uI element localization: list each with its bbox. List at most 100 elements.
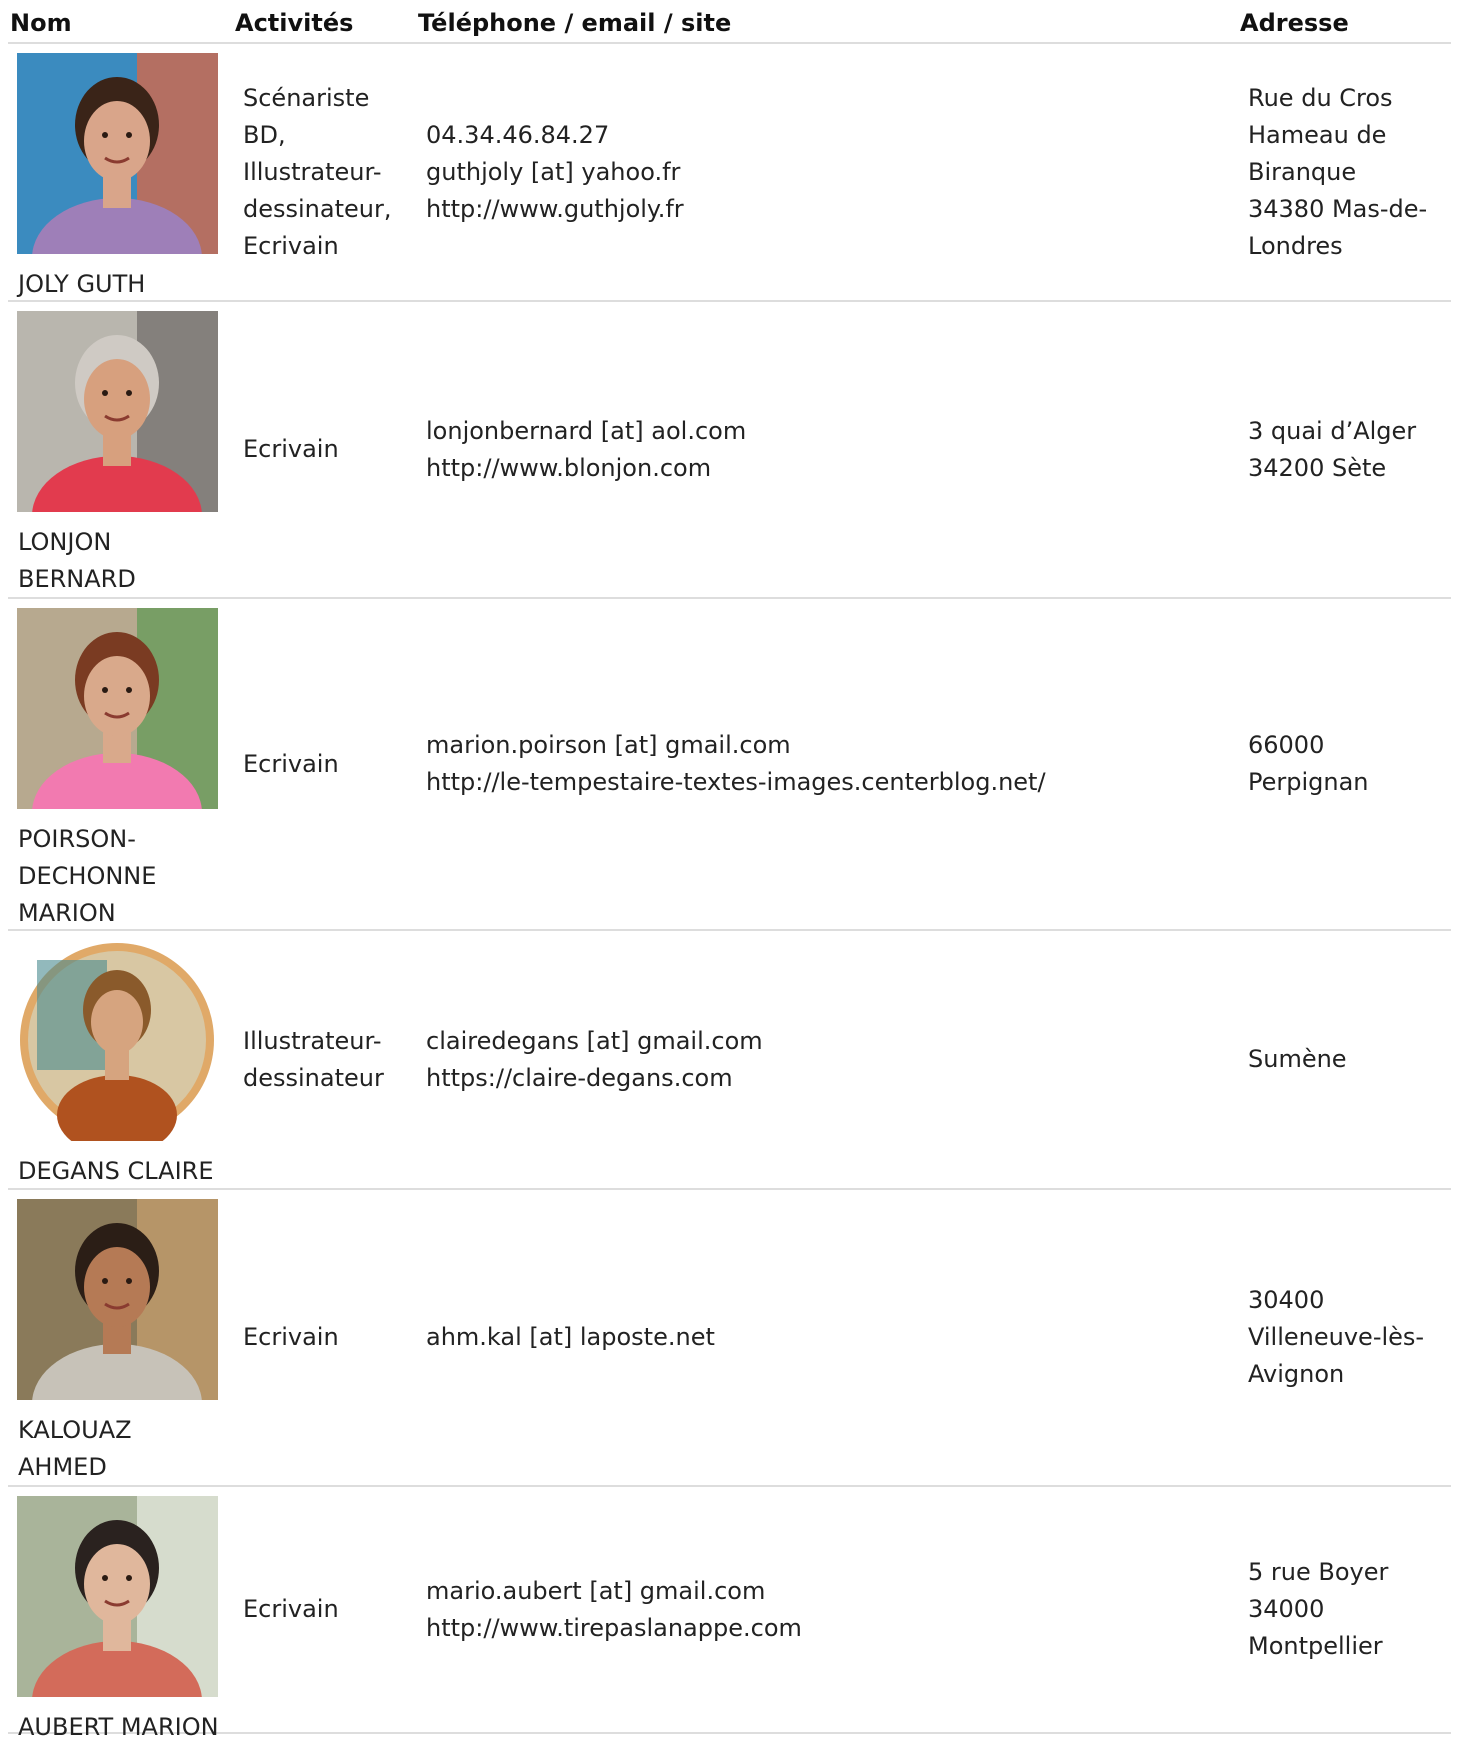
address-text: 5 rue Boyer 34000 Montpellier bbox=[1248, 1554, 1388, 1665]
address-line: 3 quai d’Alger bbox=[1248, 416, 1417, 445]
phone-text: 04.34.46.84.27 bbox=[426, 120, 610, 149]
address-text: 3 quai d’Alger 34200 Sète bbox=[1248, 413, 1416, 487]
author-name-line: POIRSON- bbox=[18, 825, 136, 853]
author-name-line: AHMED bbox=[18, 1453, 107, 1481]
address-cell: 3 quai d’Alger 34200 Sète bbox=[1248, 302, 1448, 597]
header-activites[interactable]: Activités bbox=[235, 8, 353, 38]
table-row: JOLY GUTH Scénariste BD, Illustrateur-dessi… bbox=[8, 44, 1451, 302]
name-cell: LONJON BERNARD bbox=[8, 302, 228, 597]
email-text: guthjoly [at] yahoo.fr bbox=[426, 157, 681, 186]
address-cell: 66000 Perpignan bbox=[1248, 599, 1448, 929]
name-cell: AUBERT MARION bbox=[8, 1487, 228, 1741]
activity-line: Ecrivain bbox=[243, 749, 339, 778]
header-adresse[interactable]: Adresse bbox=[1240, 8, 1349, 38]
address-line: Perpignan bbox=[1248, 768, 1369, 796]
activity-text: Illustrateur-dessinateur bbox=[243, 1023, 384, 1097]
activity-text: Ecrivain bbox=[243, 1591, 339, 1628]
contact-cell: lonjonbernard [at] aol.com http://www.blo… bbox=[426, 302, 1226, 597]
contact-text: ahm.kal [at] laposte.net bbox=[426, 1319, 715, 1356]
email-text: mario.aubert [at] gmail.com bbox=[426, 1576, 766, 1605]
name-cell: DEGANS CLAIRE bbox=[8, 931, 228, 1188]
table-header: Nom Activités Téléphone / email / site A… bbox=[8, 0, 1451, 44]
activity-line: BD, bbox=[243, 120, 286, 149]
author-name: JOLY GUTH bbox=[18, 266, 223, 303]
address-cell: Rue du Cros Hameau de Biranque 34380 Mas-de… bbox=[1248, 44, 1448, 300]
activity-cell: Ecrivain bbox=[243, 599, 408, 929]
address-cell: Sumène bbox=[1248, 931, 1448, 1188]
activity-cell: Ecrivain bbox=[243, 1190, 408, 1485]
header-contact[interactable]: Téléphone / email / site bbox=[418, 8, 731, 38]
website-link[interactable]: http://le-tempestaire-textes-images.cent… bbox=[426, 764, 1046, 801]
address-line: Sumène bbox=[1248, 1045, 1347, 1073]
contact-cell: clairedegans [at] gmail.com https://clair… bbox=[426, 931, 1226, 1188]
website-link[interactable]: http://www.blonjon.com bbox=[426, 450, 746, 487]
activity-text: Ecrivain bbox=[243, 1319, 339, 1356]
table-row: KALOUAZ AHMED Ecrivain ahm.kal [at] laposte… bbox=[8, 1190, 1451, 1487]
author-name: AUBERT MARION bbox=[18, 1709, 223, 1746]
email-text: lonjonbernard [at] aol.com bbox=[426, 416, 747, 445]
address-line: Montpellier bbox=[1248, 1632, 1383, 1660]
website-link[interactable]: http://www.tirepaslanappe.com bbox=[426, 1610, 802, 1647]
authors-table: Nom Activités Téléphone / email / site A… bbox=[8, 0, 1451, 1741]
activity-text: Ecrivain bbox=[243, 746, 339, 783]
author-name-line: LONJON bbox=[18, 528, 112, 556]
person-photo-round bbox=[17, 940, 218, 1141]
author-name: POIRSON- DECHONNE MARION bbox=[18, 821, 223, 932]
activity-line: Illustrateur- bbox=[243, 157, 382, 186]
person-photo bbox=[17, 1496, 218, 1697]
name-cell: KALOUAZ AHMED bbox=[8, 1190, 228, 1485]
website-link[interactable]: https://claire-degans.com bbox=[426, 1060, 763, 1097]
email-text: ahm.kal [at] laposte.net bbox=[426, 1323, 715, 1351]
table-row: POIRSON- DECHONNE MARION Ecrivain marion.poi… bbox=[8, 599, 1451, 931]
author-name: KALOUAZ AHMED bbox=[18, 1412, 223, 1486]
author-name-line: AUBERT MARION bbox=[18, 1713, 219, 1741]
activity-line: dessinateur bbox=[243, 1063, 384, 1092]
table-row: LONJON BERNARD Ecrivain lonjonbernard [at] … bbox=[8, 302, 1451, 599]
address-line: 34200 Sète bbox=[1248, 453, 1387, 482]
address-text: 66000 Perpignan bbox=[1248, 727, 1369, 801]
name-cell: POIRSON- DECHONNE MARION bbox=[8, 599, 228, 929]
person-photo bbox=[17, 311, 218, 512]
contact-text: marion.poirson [at] gmail.com http://le-t… bbox=[426, 727, 1046, 801]
address-line: 66000 bbox=[1248, 731, 1325, 759]
address-line: Avignon bbox=[1248, 1360, 1345, 1388]
author-name-line: DECHONNE bbox=[18, 862, 157, 890]
activity-line: Scénariste bbox=[243, 83, 370, 112]
contact-text: mario.aubert [at] gmail.com http://www.ti… bbox=[426, 1573, 802, 1647]
address-cell: 30400 Villeneuve-lès- Avignon bbox=[1248, 1190, 1448, 1485]
activity-line: Ecrivain bbox=[243, 435, 339, 463]
address-text: Sumène bbox=[1248, 1041, 1347, 1078]
author-name-line: KALOUAZ bbox=[18, 1416, 132, 1444]
activity-cell: Illustrateur-dessinateur bbox=[243, 931, 408, 1188]
person-photo bbox=[17, 1199, 218, 1400]
activity-text: Scénariste BD, Illustrateur-dessinateur, Ec… bbox=[243, 80, 391, 265]
activity-line: Ecrivain bbox=[243, 1595, 339, 1623]
email-text: marion.poirson [at] gmail.com bbox=[426, 731, 791, 759]
table-row: AUBERT MARION Ecrivain mario.aubert [at] g… bbox=[8, 1487, 1451, 1741]
contact-text: 04.34.46.84.27 guthjoly [at] yahoo.fr http… bbox=[426, 117, 684, 228]
author-name-line: JOLY GUTH bbox=[18, 270, 146, 298]
address-line: 5 rue Boyer bbox=[1248, 1558, 1389, 1586]
activity-cell: Ecrivain bbox=[243, 302, 408, 597]
address-text: 30400 Villeneuve-lès- Avignon bbox=[1248, 1282, 1424, 1393]
activity-line: Ecrivain bbox=[243, 231, 339, 260]
person-photo bbox=[17, 53, 218, 254]
contact-cell: 04.34.46.84.27 guthjoly [at] yahoo.fr http… bbox=[426, 44, 1226, 300]
activity-cell: Ecrivain bbox=[243, 1487, 408, 1732]
website-link[interactable]: http://www.guthjoly.fr bbox=[426, 191, 684, 228]
address-text: Rue du Cros Hameau de Biranque 34380 Mas-de… bbox=[1248, 80, 1427, 265]
header-nom[interactable]: Nom bbox=[10, 8, 72, 38]
email-text: clairedegans [at] gmail.com bbox=[426, 1026, 763, 1055]
contact-text: lonjonbernard [at] aol.com http://www.blo… bbox=[426, 413, 746, 487]
author-name: LONJON BERNARD bbox=[18, 524, 223, 598]
address-line: Londres bbox=[1248, 231, 1343, 260]
person-photo bbox=[17, 608, 218, 809]
address-line: Hameau de bbox=[1248, 120, 1387, 149]
address-line: Rue du Cros bbox=[1248, 83, 1393, 112]
address-line: 30400 bbox=[1248, 1286, 1325, 1314]
table-row: DEGANS CLAIRE Illustrateur-dessinateur cla… bbox=[8, 931, 1451, 1190]
address-line: 34380 Mas-de- bbox=[1248, 194, 1428, 223]
author-name-line: DEGANS CLAIRE bbox=[18, 1157, 214, 1185]
table-body: JOLY GUTH Scénariste BD, Illustrateur-dessi… bbox=[8, 44, 1451, 1741]
author-name-line: BERNARD bbox=[18, 565, 136, 593]
